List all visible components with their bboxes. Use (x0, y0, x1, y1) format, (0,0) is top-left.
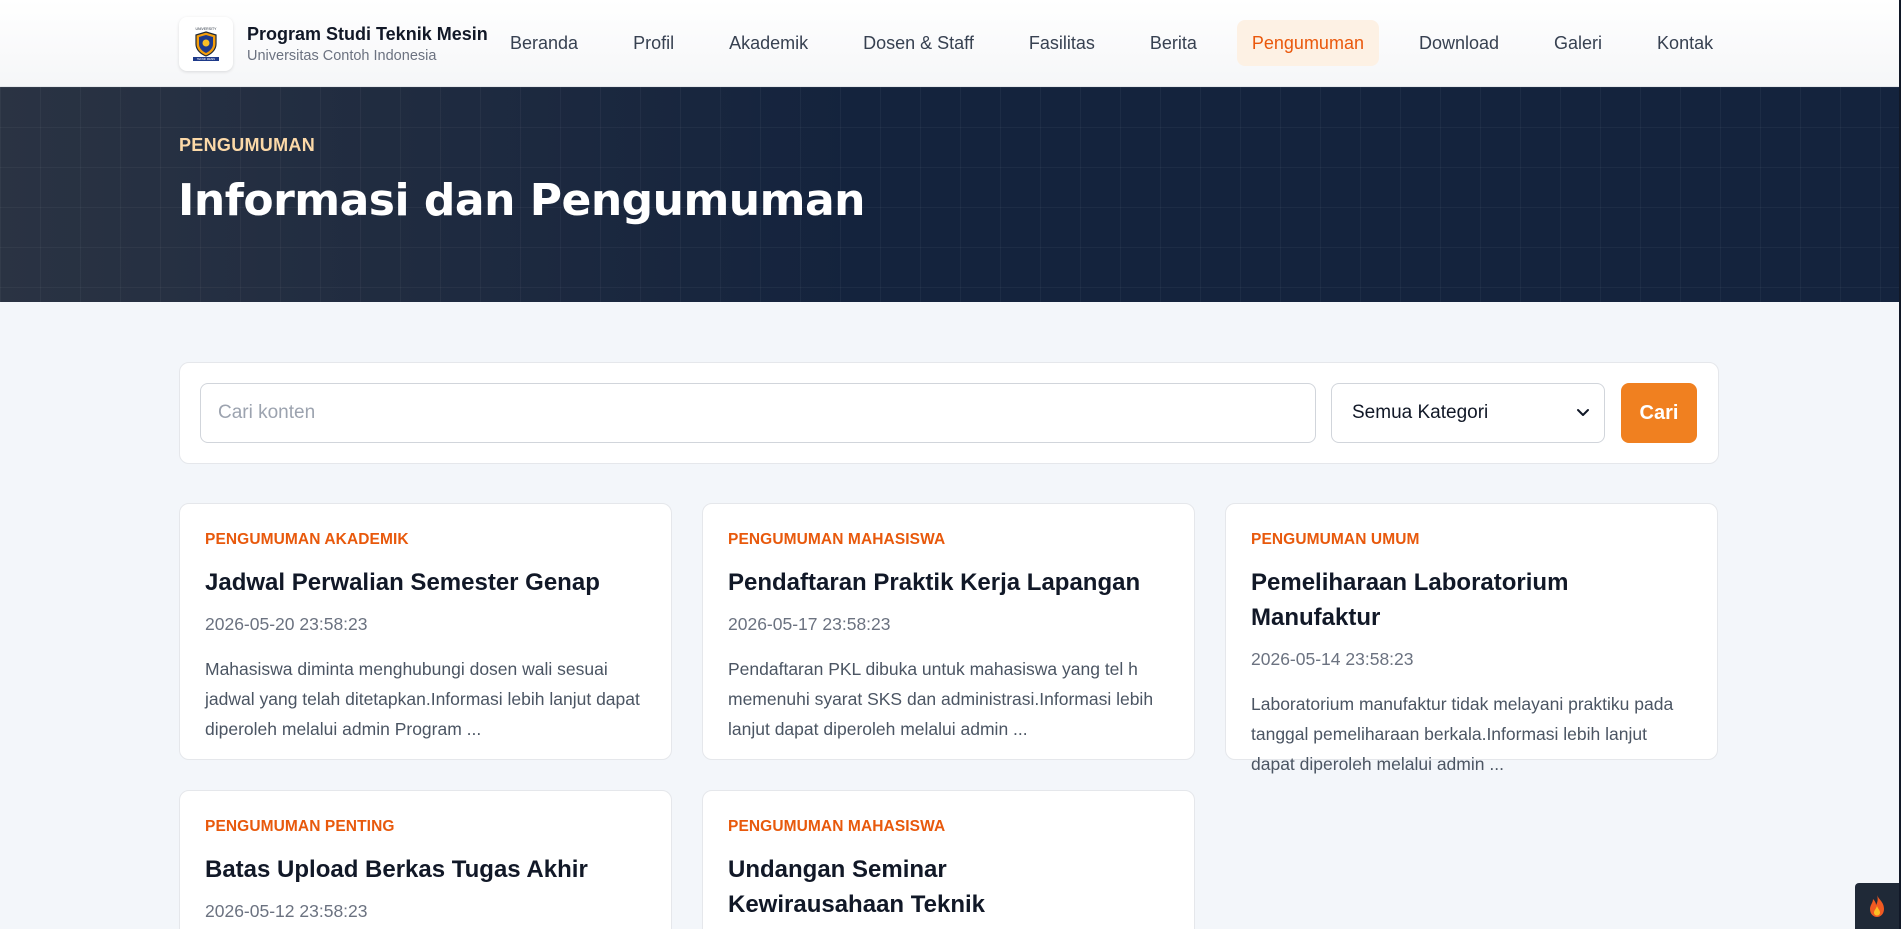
card-title[interactable]: Pendaftaran Praktik Kerja Lapangan (728, 565, 1169, 600)
svg-text:UNIVERSITY: UNIVERSITY (195, 27, 217, 31)
search-panel: Semua Kategori Cari (179, 362, 1719, 464)
announcement-card[interactable]: PENGUMUMAN MAHASISWA Pendaftaran Praktik… (702, 503, 1195, 760)
brand-title: Program Studi Teknik Mesin (247, 23, 488, 44)
search-button[interactable]: Cari (1621, 383, 1697, 443)
nav-item-kontak[interactable]: Kontak (1642, 20, 1728, 66)
brand[interactable]: UNIVERSITY TEKNIK MESIN Program Studi Te… (179, 17, 488, 71)
brand-subtitle: Universitas Contoh Indonesia (247, 47, 437, 64)
announcement-card[interactable]: PENGUMUMAN MAHASISWA Undangan Seminar Ke… (702, 790, 1195, 929)
card-date: 2026-05-20 23:58:23 (205, 614, 368, 634)
card-excerpt: Laboratorium manufaktur tidak melayani p… (1251, 694, 1674, 774)
card-excerpt: Pendaftaran PKL dibuka untuk mahasiswa y… (728, 659, 1154, 739)
hero-kicker: PENGUMUMAN (179, 135, 315, 155)
category-select-value: Semua Kategori (1352, 402, 1489, 423)
card-title[interactable]: Batas Upload Berkas Tugas Akhir (205, 852, 646, 887)
announcement-card[interactable]: PENGUMUMAN PENTING Batas Upload Berkas T… (179, 790, 672, 929)
nav-item-akademik[interactable]: Akademik (714, 20, 823, 66)
card-category: PENGUMUMAN PENTING (205, 818, 395, 835)
card-category: PENGUMUMAN MAHASISWA (728, 818, 946, 835)
flame-icon (1870, 895, 1884, 917)
nav-item-download[interactable]: Download (1404, 20, 1514, 66)
nav-item-dosen-staff[interactable]: Dosen & Staff (848, 20, 989, 66)
nav-item-berita[interactable]: Berita (1135, 20, 1212, 66)
category-select[interactable]: Semua Kategori (1331, 383, 1605, 443)
page-title: Informasi dan Pengumuman (178, 175, 866, 226)
site-header: UNIVERSITY TEKNIK MESIN Program Studi Te… (0, 0, 1899, 87)
nav-item-galeri[interactable]: Galeri (1539, 20, 1617, 66)
card-category: PENGUMUMAN UMUM (1251, 531, 1420, 548)
card-date: 2026-05-14 23:58:23 (1251, 649, 1414, 669)
card-category: PENGUMUMAN MAHASISWA (728, 531, 946, 548)
announcement-card[interactable]: PENGUMUMAN UMUM Pemeliharaan Laboratoriu… (1225, 503, 1718, 774)
corner-badge[interactable] (1855, 883, 1899, 929)
svg-text:TEKNIK MESIN: TEKNIK MESIN (197, 57, 215, 61)
nav-item-beranda[interactable]: Beranda (495, 20, 593, 66)
main-nav: Beranda Profil Akademik Dosen & Staff Fa… (495, 20, 1728, 66)
nav-item-profil[interactable]: Profil (618, 20, 689, 66)
card-title[interactable]: Pemeliharaan Laboratorium Manufaktur (1251, 565, 1692, 635)
card-excerpt: Mahasiswa diminta menghubungi dosen wali… (205, 659, 640, 739)
nav-item-fasilitas[interactable]: Fasilitas (1014, 20, 1110, 66)
card-title[interactable]: Jadwal Perwalian Semester Genap (205, 565, 646, 600)
search-input[interactable] (200, 383, 1316, 443)
university-logo: UNIVERSITY TEKNIK MESIN (179, 17, 233, 71)
card-title[interactable]: Undangan Seminar Kewirausahaan Teknik (728, 852, 1128, 922)
announcement-card[interactable]: PENGUMUMAN AKADEMIK Jadwal Perwalian Sem… (179, 503, 672, 760)
card-category: PENGUMUMAN AKADEMIK (205, 531, 409, 548)
card-date: 2026-05-12 23:58:23 (205, 901, 368, 921)
chevron-down-icon (1577, 409, 1589, 416)
card-date: 2026-05-17 23:58:23 (728, 614, 891, 634)
page-hero: PENGUMUMAN Informasi dan Pengumuman (0, 87, 1899, 302)
nav-item-pengumuman[interactable]: Pengumuman (1236, 20, 1379, 66)
shield-logo-icon: UNIVERSITY TEKNIK MESIN (193, 27, 219, 61)
